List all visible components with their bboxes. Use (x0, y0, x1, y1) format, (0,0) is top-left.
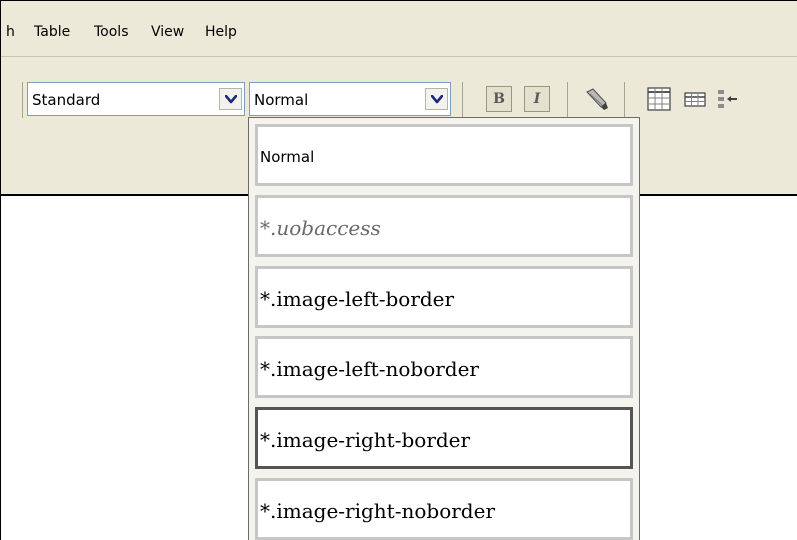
style-option-label: *.image-left-noborder (260, 357, 479, 381)
table-insert-icon (684, 92, 706, 107)
bold-button[interactable]: B (486, 86, 512, 112)
font-family-dropdown-button[interactable] (219, 88, 242, 110)
font-family-select[interactable]: Standard (27, 82, 245, 116)
style-option-label: *.uobaccess (260, 216, 381, 240)
toolbar-separator (567, 82, 568, 118)
paragraph-style-select[interactable]: Normal (249, 82, 451, 116)
style-option-label: *.image-left-border (260, 287, 455, 311)
outdent-button[interactable] (713, 86, 739, 112)
italic-button[interactable]: I (524, 86, 550, 112)
toolbar-separator (462, 82, 463, 118)
menu-item-graph[interactable]: h (6, 24, 15, 40)
paragraph-style-dropdown-list: Normal *.uobaccess *.image-left-border *… (248, 117, 640, 540)
menu-item-help[interactable]: Help (205, 24, 237, 40)
menu-item-tools[interactable]: Tools (94, 24, 129, 40)
menu-item-table[interactable]: Table (34, 24, 70, 40)
style-option-image-left-border[interactable]: *.image-left-border (255, 266, 633, 328)
chevron-down-icon (224, 94, 237, 103)
insert-table-button[interactable] (646, 86, 672, 112)
font-family-value: Standard (32, 91, 101, 109)
style-option-image-right-noborder[interactable]: *.image-right-noborder (255, 478, 633, 540)
table-properties-button[interactable] (682, 86, 708, 112)
style-option-label: Normal (260, 148, 315, 166)
toolbar-separator (624, 82, 625, 118)
style-option-image-left-noborder[interactable]: *.image-left-noborder (255, 336, 633, 398)
menu-item-view[interactable]: View (151, 24, 184, 40)
paragraph-style-value: Normal (254, 91, 309, 109)
outdent-icon (718, 90, 737, 108)
paint-brush-icon (586, 88, 608, 110)
style-option-uobaccess[interactable]: *.uobaccess (255, 195, 633, 257)
style-option-image-right-border[interactable]: *.image-right-border (255, 407, 633, 469)
style-option-normal[interactable]: Normal (255, 124, 633, 186)
style-option-label: *.image-right-noborder (260, 499, 495, 523)
paragraph-style-dropdown-button[interactable] (425, 88, 448, 110)
style-option-label: *.image-right-border (260, 428, 471, 452)
format-painter-button[interactable] (584, 86, 610, 112)
toolbar-separator (22, 82, 23, 118)
table-icon (647, 87, 671, 111)
menubar: h Table Tools View Help (1, 1, 797, 57)
chevron-down-icon (430, 94, 443, 103)
